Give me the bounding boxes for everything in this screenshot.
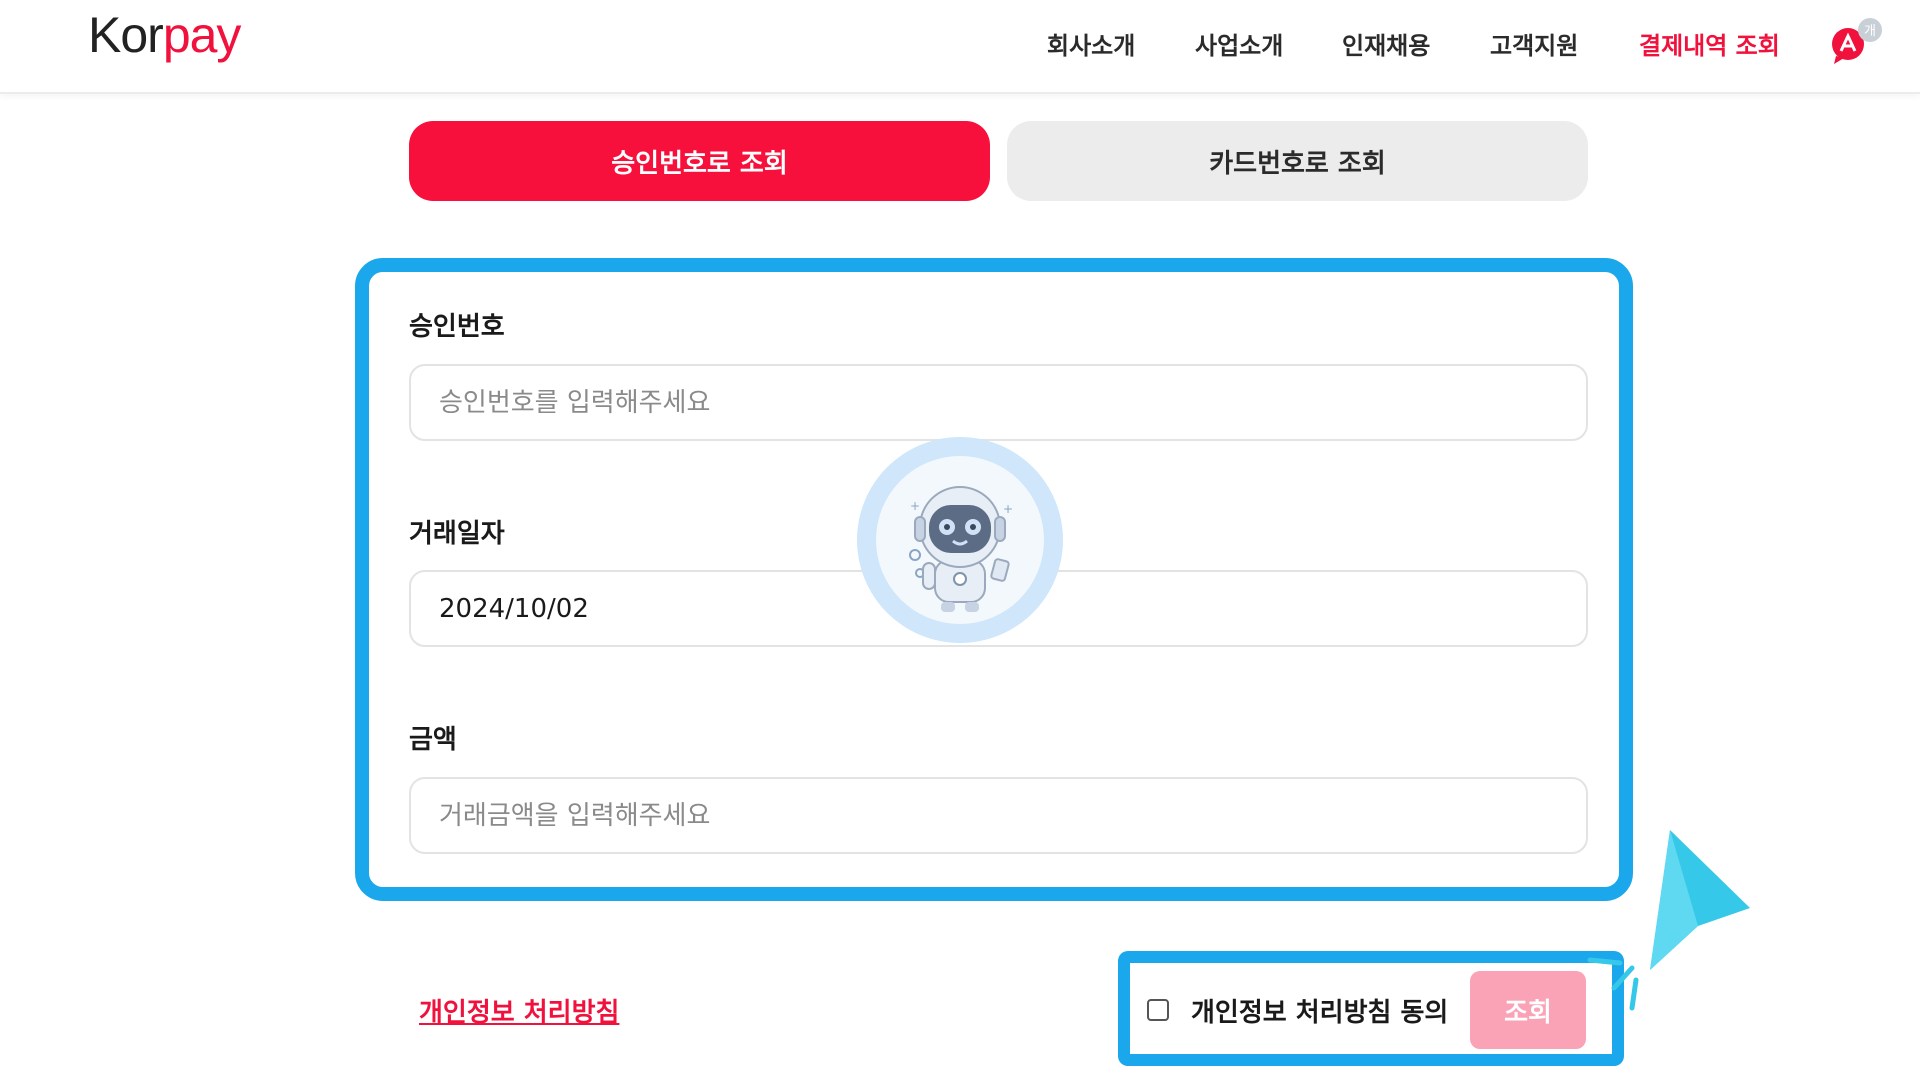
logo-prefix: Kor: [88, 7, 164, 63]
chat-badge-text: 개: [1864, 24, 1876, 39]
search-submit-button[interactable]: 조회: [1470, 971, 1586, 1049]
svg-text:+: +: [910, 499, 920, 513]
nav-support[interactable]: 고객지원: [1490, 26, 1578, 60]
approval-number-input[interactable]: [409, 364, 1588, 441]
robot-mascot-graphic: + +: [876, 456, 1044, 624]
nav-company[interactable]: 회사소개: [1047, 26, 1135, 60]
privacy-agree-checkbox[interactable]: [1147, 999, 1169, 1021]
nav-careers[interactable]: 인재채용: [1342, 26, 1430, 60]
privacy-policy-link[interactable]: 개인정보 처리방침: [419, 992, 619, 1029]
chat-translate-icon[interactable]: 개: [1828, 16, 1884, 68]
robot-mascot-icon: + +: [857, 437, 1063, 643]
nav-payment-history[interactable]: 결제내역 조회: [1639, 26, 1780, 60]
tab-approval-number[interactable]: 승인번호로 조회: [409, 121, 990, 201]
approval-number-label: 승인번호: [409, 312, 505, 342]
amount-input[interactable]: [409, 777, 1588, 854]
tab-card-number[interactable]: 카드번호로 조회: [1007, 121, 1588, 201]
transaction-date-label: 거래일자: [409, 519, 505, 549]
logo-suffix: pay: [162, 7, 242, 63]
pointer-cursor-icon: [1587, 830, 1750, 1011]
privacy-agree-label[interactable]: 개인정보 처리방침 동의: [1191, 992, 1448, 1029]
nav-business[interactable]: 사업소개: [1195, 26, 1283, 60]
amount-label: 금액: [409, 725, 457, 755]
korpay-logo[interactable]: Korpay: [88, 6, 242, 64]
svg-text:+: +: [1003, 502, 1013, 516]
site-header: Korpay 회사소개 사업소개 인재채용 고객지원 결제내역 조회 개: [0, 0, 1920, 94]
